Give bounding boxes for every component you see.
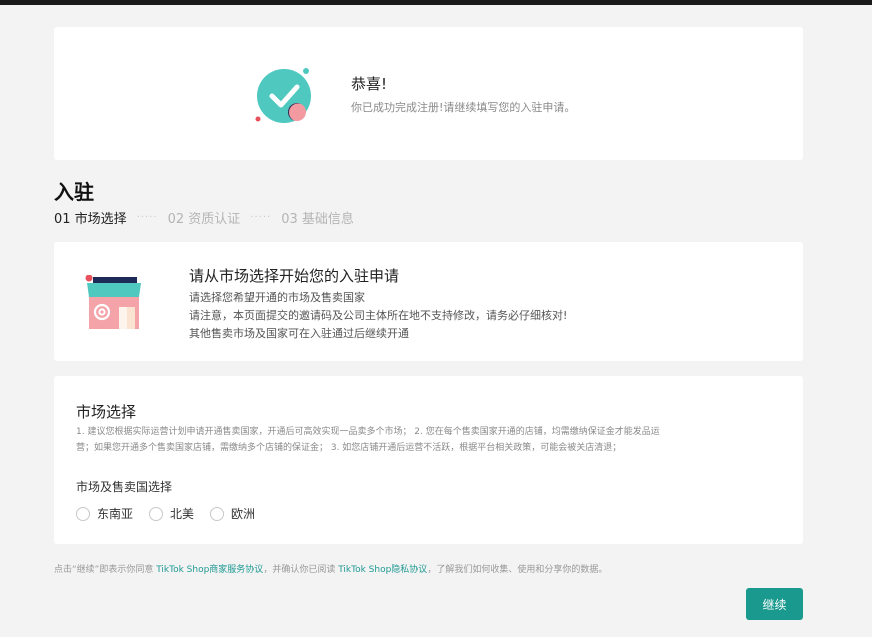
radio-label: 欧洲 (231, 507, 256, 521)
agreement-middle: ，并确认你已阅读 (263, 565, 339, 575)
intro-line: 请选择您希望开通的市场及售卖国家 (189, 291, 365, 304)
continue-button[interactable]: 继续 (746, 588, 803, 620)
merchant-service-agreement-link[interactable]: TikTok Shop商家服务协议 (156, 565, 263, 575)
market-section-title: 市场选择 (76, 403, 137, 421)
intro-line: 请注意，本页面提交的邀请码及公司主体所在地不支持修改，请务必仔细核对! (189, 309, 568, 322)
market-description-line: 营；如果您开通多个售卖国家店铺，需缴纳多个店铺的保证金； 3. 如您店铺开通后运… (76, 443, 622, 453)
agreement-suffix: ，了解我们如何收集、使用和分享你的数据。 (427, 565, 608, 575)
privacy-policy-link[interactable]: TikTok Shop隐私协议 (338, 565, 427, 575)
page-title: 入驻 (54, 180, 94, 204)
step-market-selection: 01 市场选择 (54, 212, 127, 227)
radio-circle[interactable] (76, 506, 90, 521)
step-basic-info: 03 基础信息 (281, 212, 354, 227)
step-separator: ····· (250, 212, 272, 223)
success-title: 恭喜! (351, 75, 388, 93)
agreement-text: 点击“继续”即表示你同意 TikTok Shop商家服务协议，并确认你已阅读 T… (54, 562, 607, 575)
radio-southeast-asia[interactable]: 东南亚 (76, 505, 133, 522)
radio-north-america[interactable]: 北美 (149, 505, 194, 522)
radio-circle[interactable] (210, 506, 225, 521)
step-qualification: 02 资质认证 (167, 212, 241, 227)
market-selection-card: 市场选择 1. 建议您根据实际运营计划申请开通售卖国家，开通后可高效实现一品卖多… (54, 376, 803, 544)
intro-line: 其他售卖市场及国家可在入驻通过后继续开通 (189, 327, 409, 340)
radio-circle[interactable] (149, 506, 164, 521)
agreement-prefix: 点击“继续”即表示你同意 (54, 565, 157, 575)
radio-label: 东南亚 (97, 507, 134, 521)
radio-europe[interactable]: 欧洲 (210, 505, 255, 522)
market-radio-group: 东南亚 北美 欧洲 (76, 505, 271, 522)
check-circle-icon (255, 65, 315, 125)
market-select-label: 市场及售卖国选择 (76, 480, 173, 494)
radio-label: 北美 (170, 507, 195, 521)
market-description-line: 1. 建议您根据实际运营计划申请开通售卖国家，开通后可高效实现一品卖多个市场； … (76, 427, 660, 437)
top-bar (0, 0, 872, 5)
success-subtitle: 你已成功完成注册!请继续填写您的入驻申请。 (351, 101, 576, 114)
intro-title: 请从市场选择开始您的入驻申请 (189, 267, 400, 285)
step-separator: ····· (136, 212, 158, 223)
step-indicator: 01 市场选择 ····· 02 资质认证 ····· 03 基础信息 (54, 208, 354, 227)
success-card: 恭喜! 你已成功完成注册!请继续填写您的入驻申请。 (54, 27, 803, 160)
intro-card: 请从市场选择开始您的入驻申请 请选择您希望开通的市场及售卖国家 请注意，本页面提… (54, 242, 803, 361)
storefront-icon (84, 274, 144, 333)
market-description: 1. 建议您根据实际运营计划申请开通售卖国家，开通后可高效实现一品卖多个市场； … (76, 424, 784, 456)
